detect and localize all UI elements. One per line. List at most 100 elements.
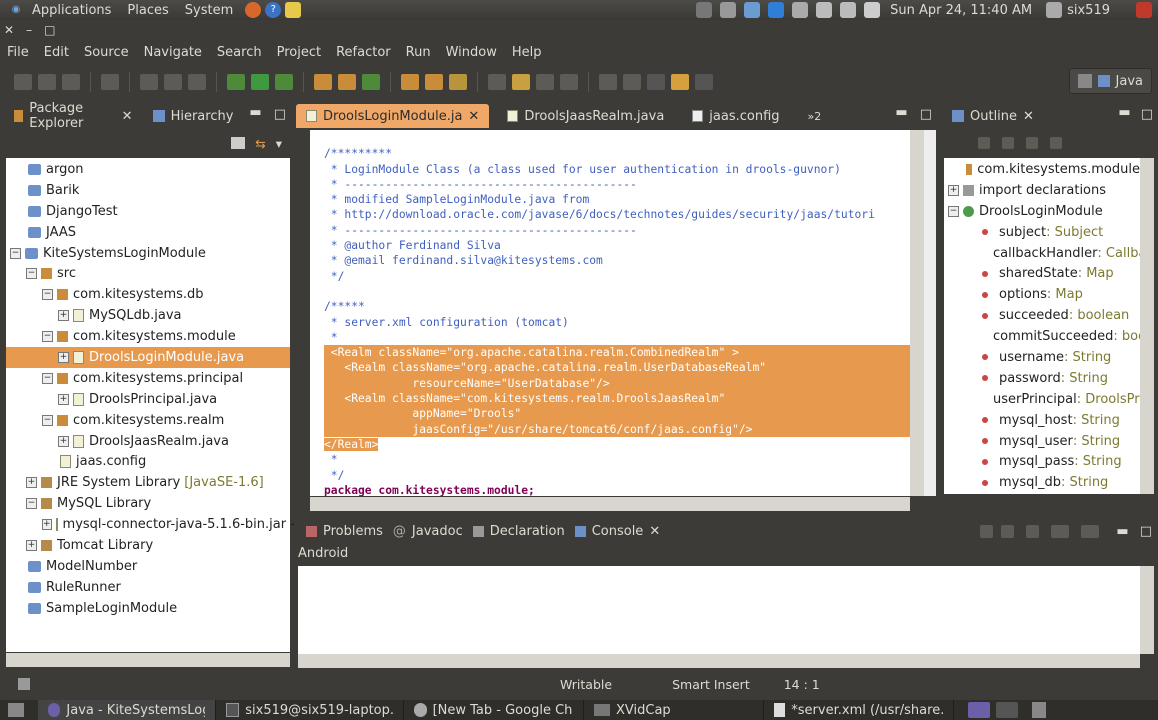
power-icon[interactable] bbox=[1136, 2, 1152, 18]
outline-field[interactable]: username : String bbox=[944, 347, 1140, 368]
places-menu[interactable]: Places bbox=[119, 3, 176, 18]
tree-item-package[interactable]: − com.kitesystems.db bbox=[6, 284, 290, 305]
menu-help[interactable]: Help bbox=[505, 45, 550, 60]
expand-icon[interactable]: + bbox=[26, 539, 37, 551]
tray-icon[interactable] bbox=[768, 2, 785, 18]
expand-icon[interactable]: + bbox=[26, 477, 37, 489]
minimize-icon[interactable]: ▬ bbox=[243, 105, 267, 120]
tree-item-kitesystemsloginmodule[interactable]: − KiteSystemsLoginModule bbox=[6, 243, 290, 264]
tree-item-jar[interactable]: + mysql-connector-java-5.1.6-bin.jar - bbox=[6, 514, 295, 535]
tree-item-file[interactable]: + DroolsPrincipal.java bbox=[6, 389, 290, 410]
tree-item-file-selected[interactable]: + DroolsLoginModule.java bbox=[6, 347, 290, 368]
outline-field[interactable]: commitSucceeded : boo bbox=[944, 326, 1140, 347]
mail-icon[interactable] bbox=[864, 2, 881, 18]
tree-item-argon[interactable]: argon bbox=[6, 159, 290, 180]
open-perspective-icon[interactable] bbox=[1077, 74, 1092, 88]
maximize-window-icon[interactable]: □ bbox=[44, 23, 55, 37]
tray-icon[interactable] bbox=[696, 2, 713, 18]
collapse-icon[interactable]: − bbox=[26, 268, 37, 280]
import-icon[interactable] bbox=[101, 74, 119, 90]
maximize-icon[interactable]: □ bbox=[268, 107, 292, 122]
minimize-icon[interactable]: ▬ bbox=[889, 105, 913, 120]
tree-item-library[interactable]: − MySQL Library bbox=[6, 493, 290, 514]
task-chrome[interactable]: [New Tab - Google Chr... bbox=[404, 700, 584, 720]
close-icon[interactable]: ✕ bbox=[122, 109, 133, 124]
system-menu[interactable]: System bbox=[177, 3, 241, 18]
outline-field[interactable]: subject : Subject bbox=[944, 222, 1140, 243]
open-console-icon[interactable] bbox=[1081, 524, 1100, 538]
print-icon[interactable] bbox=[62, 74, 80, 90]
menu-file[interactable]: File bbox=[0, 45, 37, 60]
tab-overflow[interactable]: »2 bbox=[790, 104, 832, 128]
tree-item-jaas[interactable]: JAAS bbox=[6, 222, 290, 243]
ubuntu-logo-icon[interactable]: ◉ bbox=[8, 2, 24, 18]
debug-icon[interactable] bbox=[227, 74, 245, 90]
outline-field[interactable]: mysql_db : String bbox=[944, 472, 1140, 493]
expand-icon[interactable]: + bbox=[58, 351, 69, 363]
outline-field[interactable]: succeeded : boolean bbox=[944, 305, 1140, 326]
collapse-all-icon[interactable] bbox=[231, 137, 246, 149]
applications-menu[interactable]: Applications bbox=[24, 3, 119, 18]
run-icon[interactable] bbox=[251, 74, 269, 90]
firefox-icon[interactable] bbox=[245, 2, 262, 18]
outline-field[interactable]: password : String bbox=[944, 368, 1140, 389]
maximize-icon[interactable]: □ bbox=[1136, 107, 1158, 122]
expand-icon[interactable]: + bbox=[58, 435, 69, 447]
tree-item-project[interactable]: SampleLoginModule bbox=[6, 598, 290, 619]
tree-item-package[interactable]: − com.kitesystems.realm bbox=[6, 410, 290, 431]
help-icon[interactable]: ? bbox=[265, 2, 282, 18]
link-with-editor-icon[interactable]: ⇆ bbox=[255, 136, 265, 151]
tree-item-djangotest[interactable]: DjangoTest bbox=[6, 201, 290, 222]
fast-view-icon[interactable] bbox=[18, 678, 30, 690]
minimize-icon[interactable]: ▬ bbox=[1111, 524, 1133, 539]
tab-droolsjaasrealm[interactable]: DroolsJaasRealm.java bbox=[489, 104, 674, 128]
back-icon[interactable] bbox=[671, 74, 689, 90]
mark-occurrences-icon[interactable] bbox=[512, 74, 530, 90]
hide-fields-icon[interactable] bbox=[1002, 137, 1014, 149]
menu-refactor[interactable]: Refactor bbox=[329, 45, 399, 60]
tab-hierarchy[interactable]: Hierarchy bbox=[143, 104, 244, 128]
notes-icon[interactable] bbox=[285, 2, 302, 18]
menu-run[interactable]: Run bbox=[399, 45, 439, 60]
tree-item-library[interactable]: + JRE System Library [JavaSE-1.6] bbox=[6, 472, 290, 493]
hide-nonpublic-icon[interactable] bbox=[1050, 137, 1062, 149]
clock[interactable]: Sun Apr 24, 11:40 AM bbox=[890, 3, 1032, 18]
tree-item-package[interactable]: − com.kitesystems.module bbox=[6, 326, 290, 347]
task-xvidcap[interactable]: XVidCap bbox=[584, 700, 764, 720]
tree-item-project[interactable]: ModelNumber bbox=[6, 556, 290, 577]
tree-item-barik[interactable]: Barik bbox=[6, 180, 290, 201]
tab-outline[interactable]: Outline ✕ bbox=[942, 104, 1044, 128]
volume-icon[interactable] bbox=[840, 2, 857, 18]
new-class-icon[interactable] bbox=[362, 74, 380, 90]
maximize-icon[interactable]: □ bbox=[914, 107, 938, 122]
user-icon[interactable] bbox=[1046, 2, 1063, 18]
new-icon[interactable] bbox=[14, 74, 32, 90]
collapse-icon[interactable]: − bbox=[10, 247, 21, 259]
block-selection-icon[interactable] bbox=[536, 74, 554, 90]
outline-field[interactable]: userPrincipal : DroolsPri bbox=[944, 389, 1140, 410]
close-window-icon[interactable]: ✕ bbox=[4, 23, 14, 37]
menu-edit[interactable]: Edit bbox=[37, 45, 77, 60]
external-tools-icon[interactable] bbox=[275, 74, 293, 90]
tab-javadoc[interactable]: @ Javadoc bbox=[393, 519, 473, 543]
tree-item-file[interactable]: + DroolsJaasRealm.java bbox=[6, 431, 290, 452]
show-desktop-icon[interactable] bbox=[8, 703, 24, 717]
last-edit-icon[interactable] bbox=[647, 74, 665, 90]
next-annotation-icon[interactable] bbox=[599, 74, 617, 90]
new-java-project-icon[interactable] bbox=[314, 74, 332, 90]
menu-search[interactable]: Search bbox=[210, 45, 270, 60]
new-package-icon[interactable] bbox=[338, 74, 356, 90]
collapse-icon[interactable]: − bbox=[42, 331, 53, 343]
close-icon[interactable]: ✕ bbox=[468, 109, 479, 124]
collapse-icon[interactable]: − bbox=[42, 414, 53, 426]
expand-icon[interactable]: + bbox=[58, 310, 69, 322]
menu-project[interactable]: Project bbox=[270, 45, 329, 60]
user-name[interactable]: six519 bbox=[1067, 3, 1110, 18]
view-menu-icon[interactable]: ▾ bbox=[276, 136, 282, 151]
forward-icon[interactable] bbox=[695, 74, 713, 90]
task-eclipse[interactable]: Java - KiteSystemsLog... bbox=[38, 700, 216, 720]
close-icon[interactable]: ✕ bbox=[649, 524, 660, 539]
expand-icon[interactable]: + bbox=[58, 393, 69, 405]
collapse-icon[interactable]: − bbox=[42, 372, 53, 384]
outline-field[interactable]: mysql_pass : String bbox=[944, 451, 1140, 472]
